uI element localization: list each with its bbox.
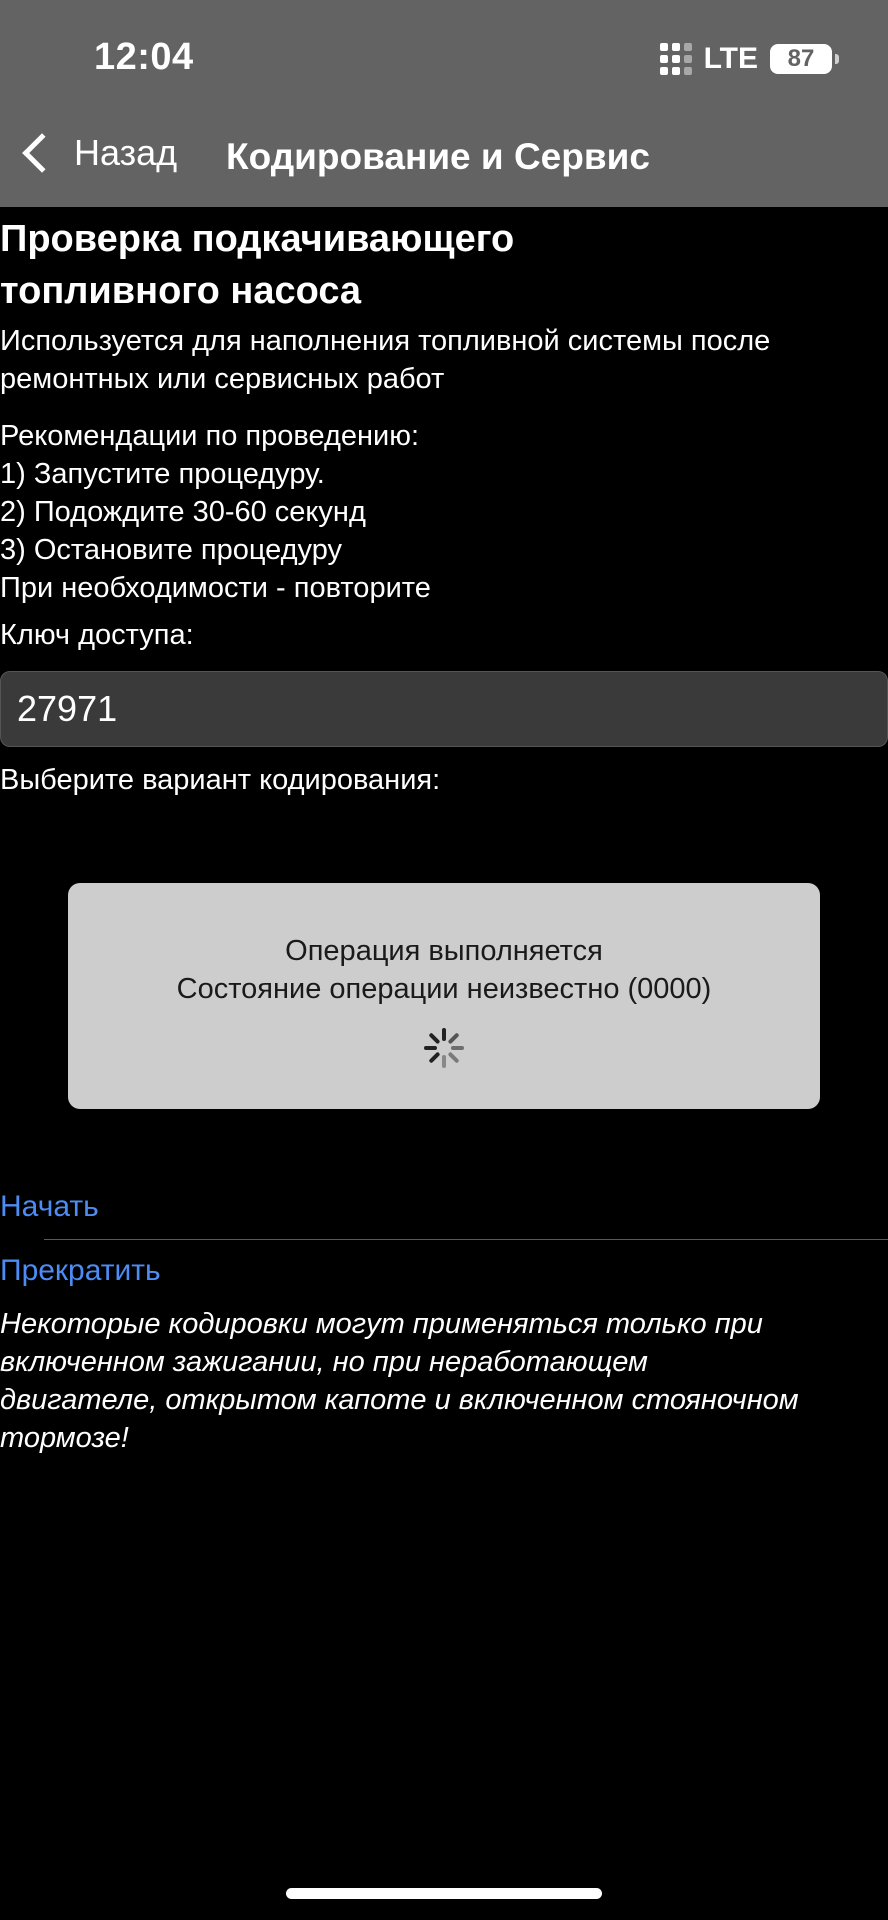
access-key-input[interactable] <box>0 671 888 747</box>
progress-status-text: Операция выполняется <box>285 935 603 967</box>
page-title: Кодирование и Сервис <box>226 136 650 177</box>
back-button[interactable]: Назад <box>20 132 177 174</box>
procedure-description: Используется для наполнения топливной си… <box>0 325 771 395</box>
status-indicators: LTE 87 <box>659 42 839 76</box>
access-key-label: Ключ доступа: <box>0 619 194 651</box>
chevron-left-icon <box>22 133 62 173</box>
recommendations: Рекомендации по проведению: 1) Запустите… <box>0 417 888 607</box>
status-time: 12:04 <box>94 36 194 78</box>
recommendation-step: 1) Запустите процедуру. <box>0 458 325 490</box>
warning-note: Некоторые кодировки могут применяться то… <box>0 1308 799 1454</box>
coding-variant-label: Выберите вариант кодирования: <box>0 764 441 796</box>
start-button[interactable]: Начать <box>0 1190 99 1224</box>
battery-level: 87 <box>787 45 815 72</box>
divider <box>44 1239 888 1240</box>
activity-spinner-icon <box>424 1028 464 1068</box>
recommendation-step: 2) Подождите 30-60 секунд <box>0 496 366 528</box>
recommendation-step: 3) Остановите процедуру <box>0 534 343 566</box>
stop-button[interactable]: Прекратить <box>0 1254 161 1288</box>
navigation-bar: 12:04 LTE 87 Назад Кодирование и Сервис <box>0 0 888 207</box>
recommendation-step: При необходимости - повторите <box>0 572 431 604</box>
signal-strength-icon <box>659 43 692 75</box>
home-indicator[interactable] <box>286 1888 602 1899</box>
progress-state-text: Состояние операции неизвестно (0000) <box>176 973 712 1005</box>
back-label: Назад <box>74 132 178 173</box>
progress-dialog: Операция выполняется Состояние операции … <box>68 883 820 1109</box>
recommendations-title: Рекомендации по проведению: <box>0 420 420 452</box>
battery-icon: 87 <box>770 44 839 74</box>
network-type: LTE <box>703 42 758 75</box>
procedure-heading: Проверка подкачивающего топливного насос… <box>0 218 515 312</box>
